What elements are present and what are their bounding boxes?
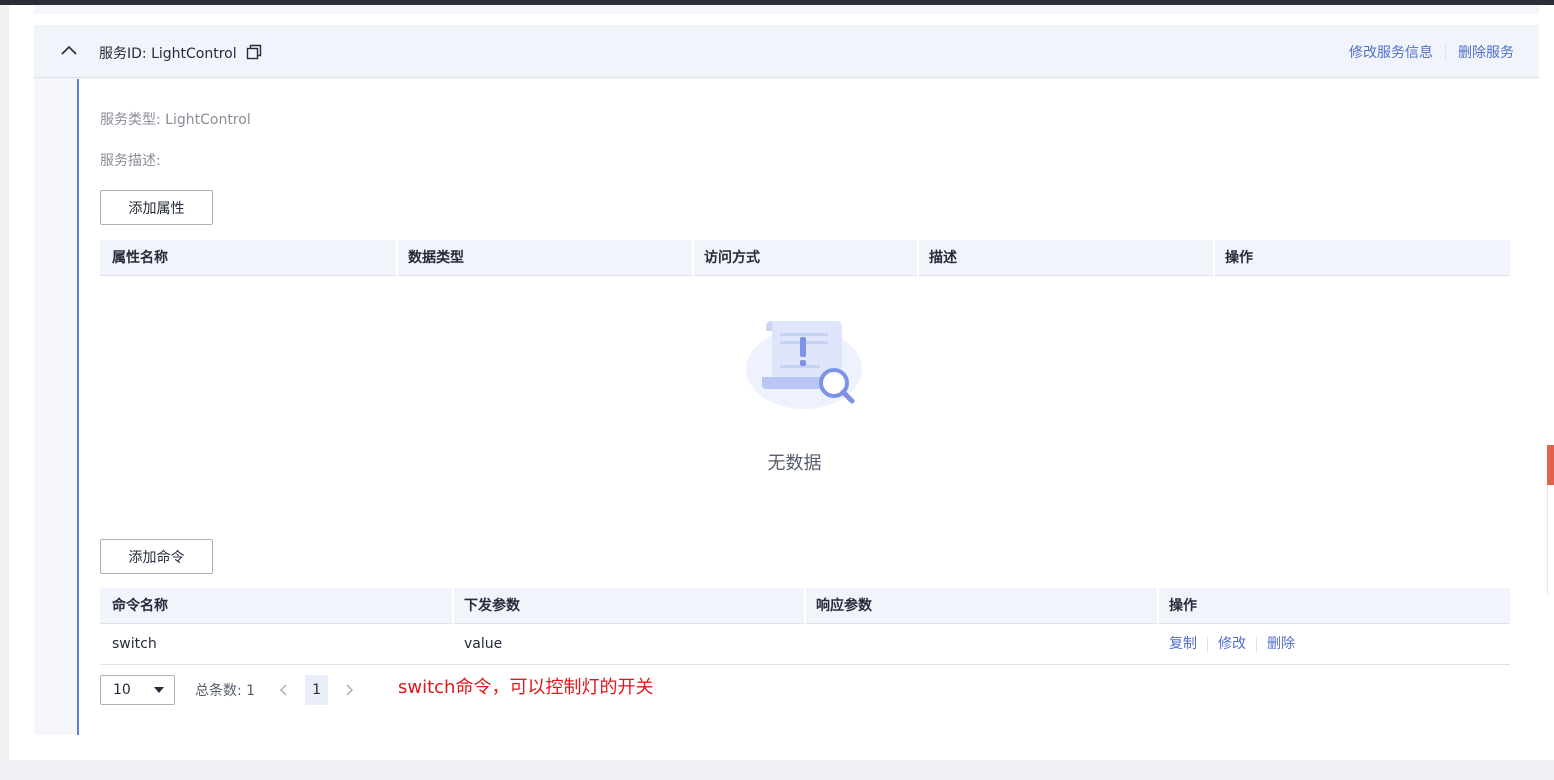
service-header: 服务ID: LightControl 修改服务信息 删除服务 bbox=[34, 25, 1539, 78]
service-card: 服务ID: LightControl 修改服务信息 删除服务 服务类型: Lig… bbox=[9, 5, 1554, 760]
column-header: 响应参数 bbox=[804, 588, 1157, 624]
pagination: 10 总条数: 1 1 bbox=[100, 675, 358, 705]
empty-document-search-icon bbox=[744, 311, 869, 416]
empty-state-text: 无数据 bbox=[767, 453, 822, 474]
column-header: 操作 bbox=[1157, 588, 1510, 624]
delete-service-link[interactable]: 删除服务 bbox=[1458, 42, 1514, 62]
side-tab-accent bbox=[1547, 445, 1554, 485]
side-tab-border bbox=[1547, 485, 1548, 595]
previous-section-strip bbox=[34, 5, 1539, 14]
column-header: 描述 bbox=[917, 240, 1213, 276]
table-row: switch value 复制 修改 删除 bbox=[100, 624, 1510, 665]
commands-table: 命令名称 下发参数 响应参数 操作 switch value 复制 修改 删除 bbox=[100, 588, 1510, 665]
properties-table: 属性名称 数据类型 访问方式 描述 操作 bbox=[100, 240, 1510, 276]
chevron-up-icon[interactable] bbox=[58, 39, 80, 61]
edit-service-link[interactable]: 修改服务信息 bbox=[1349, 42, 1433, 62]
properties-table-header: 属性名称 数据类型 访问方式 描述 操作 bbox=[100, 240, 1510, 276]
command-params-cell: value bbox=[464, 636, 503, 652]
service-panel: 服务ID: LightControl 修改服务信息 删除服务 服务类型: Lig… bbox=[34, 25, 1539, 735]
column-header: 属性名称 bbox=[112, 250, 168, 266]
page-number-current[interactable]: 1 bbox=[305, 675, 329, 705]
column-header: 命令名称 bbox=[112, 598, 168, 614]
side-feedback-tab[interactable] bbox=[1547, 445, 1554, 595]
column-header: 下发参数 bbox=[452, 588, 804, 624]
service-id: 服务ID: LightControl bbox=[99, 46, 237, 62]
chevron-right-icon[interactable] bbox=[342, 682, 358, 698]
add-command-button[interactable]: 添加命令 bbox=[100, 539, 213, 574]
command-response-cell bbox=[804, 624, 1157, 665]
add-property-button[interactable]: 添加属性 bbox=[100, 190, 213, 225]
delete-command-link[interactable]: 删除 bbox=[1267, 624, 1295, 665]
column-header: 数据类型 bbox=[396, 240, 692, 276]
chevron-left-icon[interactable] bbox=[275, 682, 291, 698]
service-body: 服务类型: LightControl 服务描述: 添加属性 属性名称 数据类型 … bbox=[77, 79, 1539, 735]
header-actions: 修改服务信息 删除服务 bbox=[1349, 42, 1514, 62]
divider bbox=[1256, 636, 1257, 653]
command-ops-cell: 复制 修改 删除 bbox=[1157, 624, 1510, 665]
copy-command-link[interactable]: 复制 bbox=[1169, 624, 1197, 665]
divider bbox=[1207, 636, 1208, 653]
annotation-note: switch命令，可以控制灯的开关 bbox=[398, 677, 654, 698]
divider bbox=[1445, 44, 1446, 60]
column-header: 访问方式 bbox=[692, 240, 917, 276]
page-size-select[interactable]: 10 bbox=[100, 675, 175, 705]
caret-down-icon bbox=[154, 687, 164, 693]
service-description: 服务描述: bbox=[100, 153, 161, 169]
copy-icon[interactable] bbox=[246, 44, 264, 62]
service-type: 服务类型: LightControl bbox=[100, 112, 251, 128]
command-name-cell: switch bbox=[112, 636, 157, 652]
column-header: 操作 bbox=[1213, 240, 1510, 276]
page-size-value: 10 bbox=[113, 682, 131, 698]
total-count: 总条数: 1 bbox=[195, 683, 256, 699]
commands-table-header: 命令名称 下发参数 响应参数 操作 bbox=[100, 588, 1510, 624]
edit-command-link[interactable]: 修改 bbox=[1218, 624, 1246, 665]
